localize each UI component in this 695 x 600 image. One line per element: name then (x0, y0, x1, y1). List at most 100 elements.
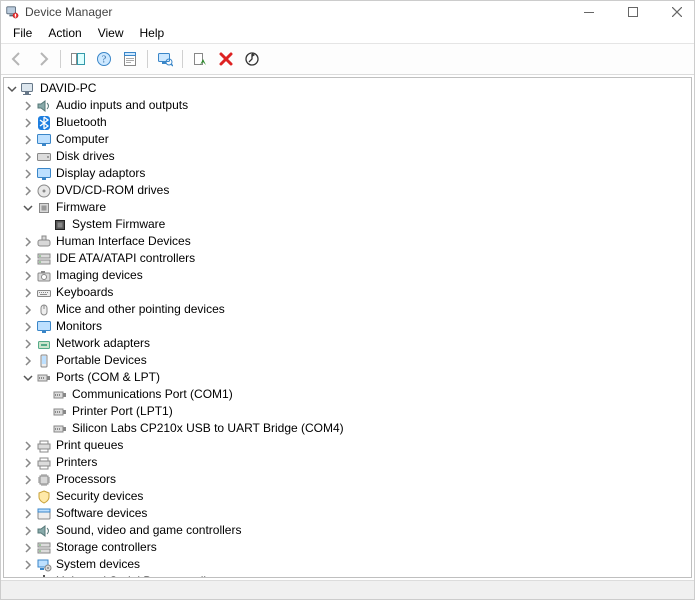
back-button[interactable] (5, 47, 29, 71)
tree-node-label: Bluetooth (56, 114, 107, 131)
update-driver-button[interactable] (240, 47, 264, 71)
properties-button[interactable] (118, 47, 142, 71)
security-icon (36, 489, 52, 505)
collapse-icon[interactable] (22, 202, 34, 214)
tree-node-network[interactable]: Network adapters (22, 335, 691, 352)
tree-node-monitors[interactable]: Monitors (22, 318, 691, 335)
tree-node-portable[interactable]: Portable Devices (22, 352, 691, 369)
collapse-icon[interactable] (22, 372, 34, 384)
port-icon (36, 370, 52, 386)
tree-node-firmware[interactable]: Firmware (22, 199, 691, 216)
expand-icon[interactable] (22, 253, 34, 265)
expand-icon[interactable] (22, 236, 34, 248)
help-button[interactable]: ? (92, 47, 116, 71)
expand-icon[interactable] (22, 287, 34, 299)
expand-icon[interactable] (22, 338, 34, 350)
tree-node-computer[interactable]: Computer (22, 131, 691, 148)
monitor-icon (36, 166, 52, 182)
expand-icon[interactable] (22, 168, 34, 180)
scan-hardware-button[interactable] (153, 47, 177, 71)
tree-node-cp210x[interactable]: Silicon Labs CP210x USB to UART Bridge (… (38, 420, 691, 437)
toolbar-separator (60, 50, 61, 68)
tree-node-security[interactable]: Security devices (22, 488, 691, 505)
tree-node-audio[interactable]: Audio inputs and outputs (22, 97, 691, 114)
tree-node-root[interactable]: DAVID-PC (6, 80, 691, 97)
tree-node-sysfw[interactable]: System Firmware (38, 216, 691, 233)
disk-icon (36, 149, 52, 165)
expand-icon[interactable] (22, 508, 34, 520)
tree-node-usb[interactable]: Universal Serial Bus controllers (22, 573, 691, 578)
expand-icon[interactable] (22, 440, 34, 452)
tree-node-lpt1[interactable]: Printer Port (LPT1) (38, 403, 691, 420)
tree-node-keyboards[interactable]: Keyboards (22, 284, 691, 301)
expand-icon[interactable] (22, 270, 34, 282)
expand-icon[interactable] (22, 355, 34, 367)
device-tree[interactable]: DAVID-PCAudio inputs and outputsBluetoot… (3, 77, 692, 578)
tree-node-ports[interactable]: Ports (COM & LPT) (22, 369, 691, 386)
maximize-button[interactable] (620, 2, 646, 22)
tree-node-label: Mice and other pointing devices (56, 301, 225, 318)
tree-node-com1[interactable]: Communications Port (COM1) (38, 386, 691, 403)
tree-node-printers[interactable]: Printers (22, 454, 691, 471)
menu-action[interactable]: Action (40, 24, 89, 42)
menu-file[interactable]: File (5, 24, 40, 42)
tree-node-label: Ports (COM & LPT) (56, 369, 160, 386)
monitor-icon (36, 132, 52, 148)
close-button[interactable] (664, 2, 690, 22)
tree-node-printqueues[interactable]: Print queues (22, 437, 691, 454)
toolbar-separator (182, 50, 183, 68)
expand-icon[interactable] (22, 474, 34, 486)
expand-icon[interactable] (22, 576, 34, 579)
tree-node-disk[interactable]: Disk drives (22, 148, 691, 165)
tree-node-label: Audio inputs and outputs (56, 97, 188, 114)
expand-icon[interactable] (22, 525, 34, 537)
minimize-button[interactable] (576, 2, 602, 22)
expand-icon[interactable] (22, 100, 34, 112)
cpu-icon (36, 472, 52, 488)
keyboard-icon (36, 285, 52, 301)
expand-icon[interactable] (22, 134, 34, 146)
tree-node-bluetooth[interactable]: Bluetooth (22, 114, 691, 131)
storage-icon (36, 540, 52, 556)
tree-node-hid[interactable]: Human Interface Devices (22, 233, 691, 250)
tree-node-system[interactable]: System devices (22, 556, 691, 573)
expand-icon[interactable] (22, 151, 34, 163)
hid-icon (36, 234, 52, 250)
tree-node-sound[interactable]: Sound, video and game controllers (22, 522, 691, 539)
app-icon (5, 5, 19, 19)
tree-node-mice[interactable]: Mice and other pointing devices (22, 301, 691, 318)
expand-icon[interactable] (22, 457, 34, 469)
tree-node-software[interactable]: Software devices (22, 505, 691, 522)
tree-node-ide[interactable]: IDE ATA/ATAPI controllers (22, 250, 691, 267)
expand-icon[interactable] (22, 117, 34, 129)
tree-node-label: System devices (56, 556, 140, 573)
tree-node-label: Portable Devices (56, 352, 147, 369)
tree-node-label: Print queues (56, 437, 123, 454)
tree-node-dvd[interactable]: DVD/CD-ROM drives (22, 182, 691, 199)
port-icon (52, 421, 68, 437)
port-icon (52, 387, 68, 403)
tree-node-display[interactable]: Display adaptors (22, 165, 691, 182)
expand-icon[interactable] (22, 491, 34, 503)
network-icon (36, 336, 52, 352)
software-icon (36, 506, 52, 522)
forward-button[interactable] (31, 47, 55, 71)
expand-icon[interactable] (22, 542, 34, 554)
show-hide-console-button[interactable] (66, 47, 90, 71)
expand-icon[interactable] (22, 304, 34, 316)
tree-node-processors[interactable]: Processors (22, 471, 691, 488)
expand-icon[interactable] (22, 559, 34, 571)
menu-view[interactable]: View (90, 24, 132, 42)
speaker-icon (36, 98, 52, 114)
collapse-icon[interactable] (6, 83, 18, 95)
enable-device-button[interactable] (188, 47, 212, 71)
expand-icon[interactable] (22, 321, 34, 333)
tree-node-imaging[interactable]: Imaging devices (22, 267, 691, 284)
uninstall-device-button[interactable] (214, 47, 238, 71)
expand-icon[interactable] (22, 185, 34, 197)
title-bar: Device Manager (1, 1, 694, 23)
storage-icon (36, 251, 52, 267)
bluetooth-icon (36, 115, 52, 131)
menu-help[interactable]: Help (132, 24, 173, 42)
tree-node-storagectrl[interactable]: Storage controllers (22, 539, 691, 556)
